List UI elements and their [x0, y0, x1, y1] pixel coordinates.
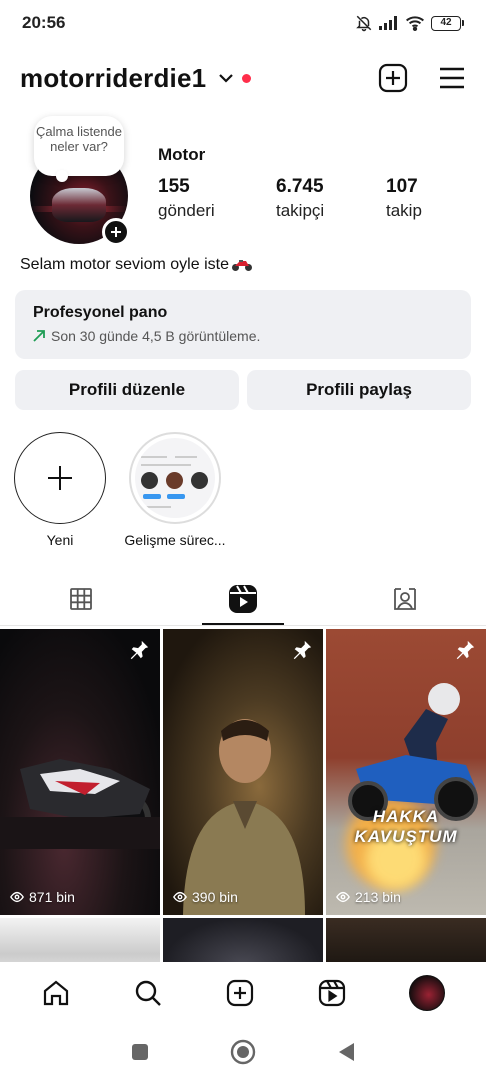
bottom-navigation [0, 962, 486, 1024]
profile-avatar-nav[interactable] [409, 975, 445, 1011]
reels-grid: 871 bin 390 bin HAKKA KAVUŞTUM 213 bin [0, 629, 486, 978]
motorcycle-thumbnail [0, 759, 160, 849]
bio: Selam motor seviom oyle iste [20, 256, 253, 274]
views-eye-icon [10, 891, 24, 903]
reels-icon [229, 584, 257, 613]
bell-muted-icon [356, 15, 372, 32]
battery-icon: 42 [431, 15, 464, 31]
search-icon[interactable] [133, 978, 163, 1008]
posts-stat[interactable]: 155 gönderi [158, 176, 215, 221]
motorcycle-emoji-icon [231, 260, 252, 271]
reel-tile[interactable]: 390 bin [163, 629, 323, 915]
create-icon[interactable] [225, 978, 255, 1008]
following-stat[interactable]: 107 takip [386, 176, 422, 221]
reel-tile[interactable]: HAKKA KAVUŞTUM 213 bin [326, 629, 486, 915]
highlight-label: Yeni [46, 532, 74, 548]
professional-dashboard[interactable]: Profesyonel pano Son 30 günde 4,5 B görü… [15, 290, 471, 359]
pin-icon [293, 640, 312, 660]
menu-icon[interactable] [438, 66, 466, 90]
status-bar: 20:56 42 [0, 0, 486, 46]
pro-subtitle: Son 30 günde 4,5 B görüntüleme. [51, 328, 261, 344]
tagged-person-icon [394, 587, 416, 610]
pin-icon [130, 640, 149, 660]
highlight-progress[interactable]: Gelişme sürec... [120, 432, 230, 548]
views-eye-icon [173, 891, 187, 903]
edit-profile-button[interactable]: Profili düzenle [15, 370, 239, 410]
trend-up-icon [33, 330, 45, 342]
recents-square-icon[interactable] [130, 1042, 150, 1062]
plus-icon [48, 466, 72, 490]
view-count: 390 bin [192, 889, 238, 905]
tab-tagged[interactable] [324, 572, 486, 625]
home-icon[interactable] [41, 978, 71, 1008]
profile-header: motorriderdie1 [0, 52, 486, 104]
followers-stat[interactable]: 6.745 takipçi [276, 176, 324, 221]
highlight-label: Gelişme sürec... [124, 532, 226, 548]
note-text: Çalma listende neler var? [36, 124, 122, 154]
highlight-new[interactable]: Yeni [5, 432, 115, 548]
highlight-cover [135, 438, 215, 518]
system-navigation [0, 1024, 486, 1080]
battery-level: 42 [431, 15, 461, 31]
chevron-down-icon[interactable] [218, 72, 234, 84]
reels-nav-icon[interactable] [317, 978, 347, 1008]
grid-icon [70, 587, 92, 610]
view-count: 871 bin [29, 889, 75, 905]
back-triangle-icon[interactable] [336, 1041, 356, 1063]
status-time: 20:56 [22, 13, 66, 32]
view-count: 213 bin [355, 889, 401, 905]
tab-posts-grid[interactable] [0, 572, 162, 625]
tab-reels[interactable] [162, 572, 324, 625]
home-circle-icon[interactable] [230, 1039, 256, 1065]
person-thumbnail [183, 719, 305, 915]
profile-tabs [0, 572, 486, 626]
username-switcher[interactable]: motorriderdie1 [20, 63, 206, 94]
share-profile-button[interactable]: Profili paylaş [247, 370, 471, 410]
add-story-icon[interactable] [102, 218, 130, 246]
bio-text: Selam motor seviom oyle iste [20, 256, 229, 273]
reel-overlay-text: HAKKA KAVUŞTUM [354, 807, 458, 846]
pro-title: Profesyonel pano [33, 304, 168, 321]
pin-icon [456, 640, 475, 660]
create-post-icon[interactable] [378, 63, 408, 93]
notification-dot [242, 73, 252, 83]
display-name: Motor [158, 145, 206, 164]
wifi-icon [406, 16, 424, 31]
reel-tile[interactable]: 871 bin [0, 629, 160, 915]
signal-icon [379, 16, 397, 30]
note-bubble[interactable]: Çalma listende neler var? [34, 116, 124, 182]
views-eye-icon [336, 891, 350, 903]
